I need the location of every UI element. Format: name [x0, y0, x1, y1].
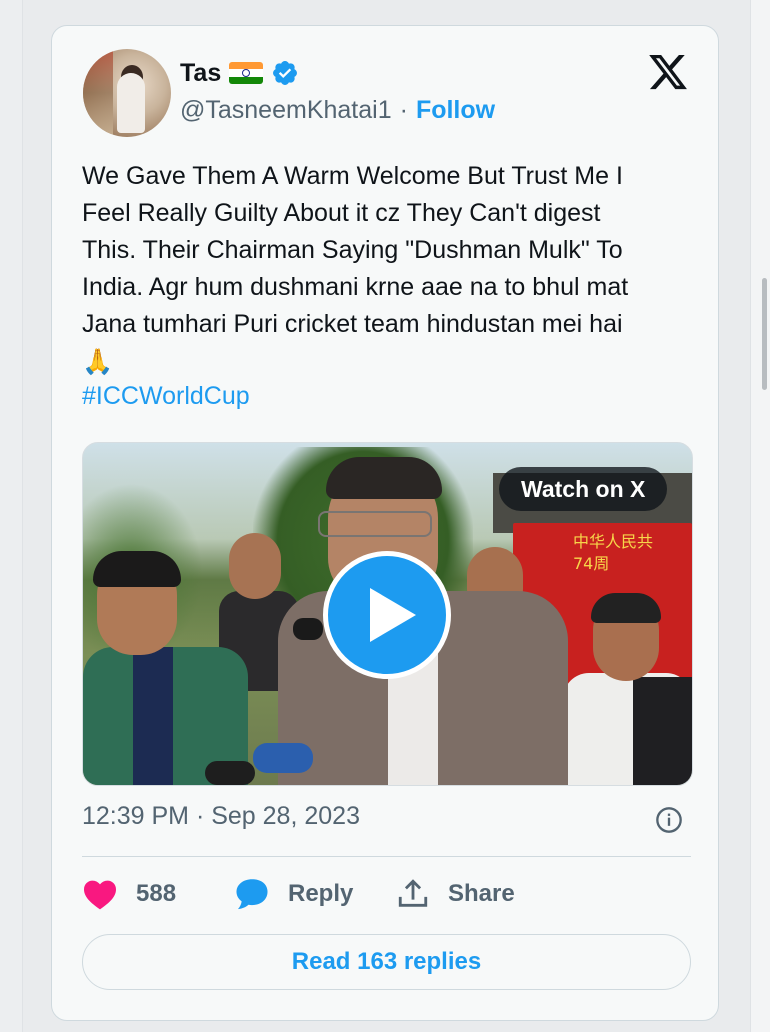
page-margin-left — [0, 0, 23, 1032]
author-handle[interactable]: @TasneemKhatai1 — [180, 96, 392, 125]
microphone — [205, 761, 255, 785]
banner-text: 中华人民共 74周 — [573, 532, 654, 573]
profile-avatar[interactable] — [83, 49, 171, 137]
info-icon[interactable] — [655, 806, 683, 834]
x-logo-icon[interactable] — [646, 51, 690, 93]
reply-label: Reply — [288, 880, 354, 907]
divider — [82, 856, 691, 857]
watch-on-x-button[interactable]: Watch on X — [499, 467, 668, 511]
play-icon — [370, 588, 416, 642]
hashtag-link[interactable]: #ICCWorldCup — [82, 382, 250, 411]
reply-button[interactable]: Reply — [234, 874, 353, 914]
folded-hands-emoji: 🙏 — [82, 348, 114, 376]
follow-button[interactable]: Follow — [416, 96, 495, 125]
separator-dot: · — [399, 96, 408, 124]
speech-bubble-icon — [236, 879, 268, 910]
tweet-timestamp[interactable]: 12:39 PM · Sep 28, 2023 — [82, 802, 360, 831]
play-button[interactable] — [323, 551, 451, 679]
india-flag-icon — [229, 62, 264, 84]
embedded-tweet-card[interactable]: Tas @TasneemKhatai1 · Follow We Gave The… — [51, 25, 719, 1021]
share-icon — [398, 879, 428, 907]
person-right — [563, 593, 692, 785]
share-label: Share — [448, 880, 515, 907]
tweet-text: We Gave Them A Warm Welcome But Trust Me… — [82, 162, 629, 338]
author-name-row: Tas — [180, 58, 299, 88]
author-name[interactable]: Tas — [180, 59, 221, 88]
tweet-actions: 588 Reply Share — [82, 874, 691, 914]
like-button[interactable]: 588 — [82, 874, 176, 914]
share-button[interactable]: Share — [396, 874, 515, 914]
read-replies-button[interactable]: Read 163 replies — [82, 934, 691, 990]
author-handle-row: @TasneemKhatai1 · Follow — [180, 96, 495, 125]
heart-icon — [84, 880, 116, 910]
scrollbar-thumb[interactable] — [762, 278, 767, 390]
person-left — [83, 551, 248, 785]
microphone — [293, 618, 323, 640]
microphone — [253, 743, 313, 773]
verified-badge-icon — [273, 61, 298, 85]
like-count: 588 — [136, 880, 177, 907]
page-margin-right — [750, 0, 770, 1032]
video-media[interactable]: 中华人民共 74周 Watch on X — [82, 442, 693, 786]
